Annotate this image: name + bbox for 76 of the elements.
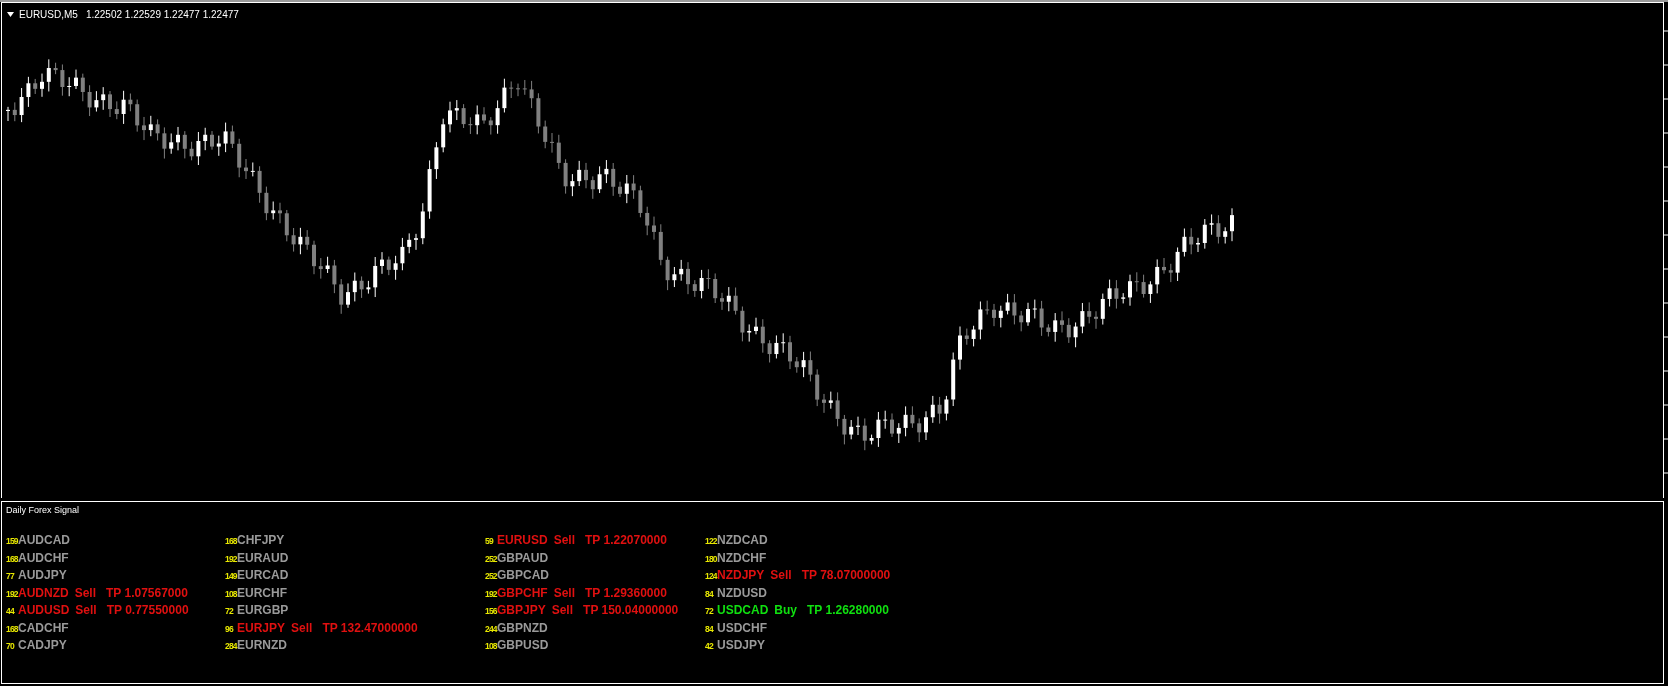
currency-pair: GBPJPY [497,603,546,617]
take-profit: TP 1.29360000 [585,585,667,600]
signal-count: 252 [485,571,497,581]
signal-count: 44 [6,606,16,616]
signal-count: 84 [705,588,715,599]
signal-count: 252 [485,553,497,564]
ohlc-prices: 1.22502 1.22529 1.22477 1.22477 [85,8,239,20]
currency-pair: USDCHF [717,620,767,635]
currency-pair: NZDUSD [717,585,767,600]
signal-count: 168 [6,623,18,634]
signal-count: 192 [225,553,237,564]
signal-count: 96 [225,623,235,634]
signal-count: 159 [6,536,18,546]
signal-count: 149 [225,571,237,581]
signal-count: 84 [705,623,715,634]
signal-count: 284 [225,641,237,651]
signal-count: 192 [485,588,497,599]
currency-pair: EURCAD [237,568,289,582]
take-profit: TP 78.07000000 [801,568,891,582]
currency-pair: AUDNZD [18,585,69,600]
indicator-title: Daily Forex Signal [5,504,81,515]
currency-pair: EURCHF [237,585,287,600]
currency-pair: USDCAD [717,603,769,617]
signal-count: 180 [705,553,717,564]
signal-direction: Sell [553,585,576,600]
signal-direction: Sell [75,603,97,617]
signal-direction: Sell [770,568,792,582]
currency-pair: NZDCHF [717,550,767,565]
take-profit: TP 1.07567000 [106,585,188,600]
currency-pair: GBPCAD [497,568,549,582]
signal-direction: Buy [774,603,797,617]
dropdown-icon[interactable] [7,11,14,17]
currency-pair: USDJPY [717,638,766,652]
signal-count: 156 [485,606,497,616]
signal-count: 244 [485,623,497,634]
signal-count: 72 [225,606,235,616]
currency-pair: NZDCAD [717,533,768,547]
signal-count: 168 [6,553,18,564]
currency-pair: GBPUSD [497,638,549,652]
signal-count: 70 [6,641,16,651]
currency-pair: GBPCHF [497,585,548,600]
currency-pair: AUDUSD [18,603,70,617]
signal-count: 168 [225,536,237,546]
currency-pair: CADJPY [18,638,67,652]
take-profit: TP 1.22070000 [585,533,667,547]
currency-pair: AUDCAD [18,533,70,547]
signal-count: 77 [6,571,16,581]
chart-symbol: EURUSD,M5 [19,8,78,20]
currency-pair: AUDJPY [18,568,67,582]
take-profit: TP 150.04000000 [583,603,679,617]
currency-pair: EURNZD [237,638,287,652]
currency-pair: EURAUD [237,550,289,565]
signal-count: 59 [485,536,495,546]
signal-count: 192 [6,588,18,599]
currency-pair: GBPAUD [497,550,549,565]
signal-direction: Sell [553,533,576,547]
signal-count: 124 [705,571,717,581]
signal-count: 108 [225,588,237,599]
currency-pair: GBPNZD [497,620,548,635]
take-profit: TP 1.26280000 [807,603,889,617]
signal-direction: Sell [291,620,313,635]
signal-count: 42 [705,641,715,651]
take-profit: TP 0.77550000 [106,603,189,617]
take-profit: TP 132.47000000 [322,620,418,635]
currency-pair: EURGBP [237,603,289,617]
signal-direction: Sell [551,603,574,617]
currency-pair: NZDJPY [717,568,765,582]
signal-count: 72 [705,606,715,616]
currency-pair: EURJPY [237,620,286,635]
currency-pair: CHFJPY [237,533,285,547]
signal-count: 108 [485,641,497,651]
signal-count: 122 [705,536,717,546]
currency-pair: CADCHF [18,620,69,635]
currency-pair: EURUSD [497,533,548,547]
currency-pair: AUDCHF [18,550,69,565]
signal-direction: Sell [74,585,97,600]
